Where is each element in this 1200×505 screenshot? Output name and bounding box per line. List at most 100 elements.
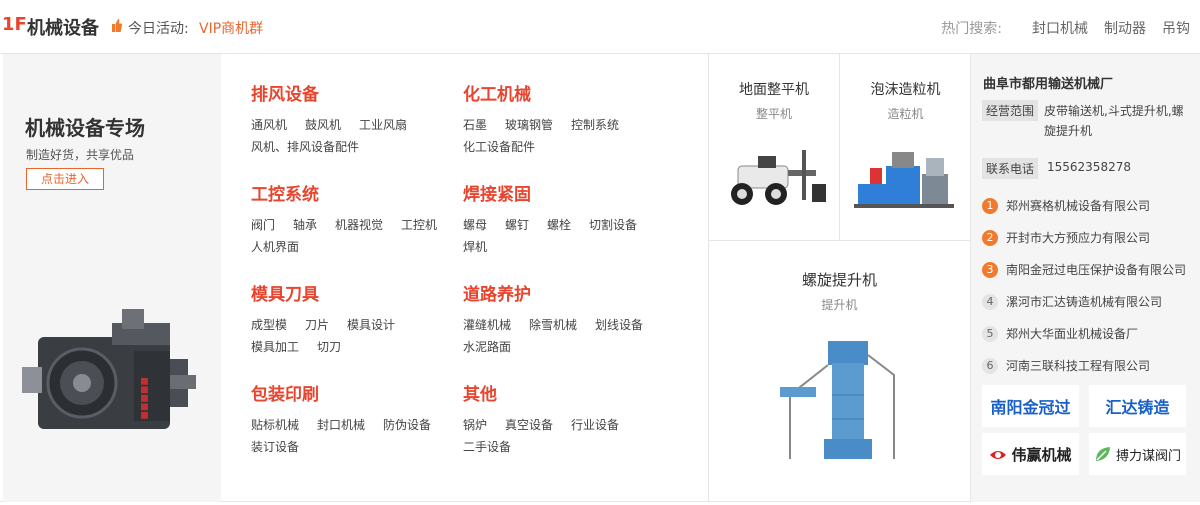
granulator-image [853, 152, 954, 208]
category-link[interactable]: 锅炉 [463, 418, 487, 432]
category-link[interactable]: 刀片 [305, 318, 329, 332]
category-block: 道路养护 灌缝机械 除雪机械 划线设备 水泥路面 [463, 280, 673, 358]
rank-company: 南阳金冠过电压保护设备有限公司 [1006, 263, 1187, 277]
category-title[interactable]: 排风设备 [251, 80, 461, 105]
category-block: 排风设备 通风机 鼓风机 工业风扇 风机、排风设备配件 [251, 80, 461, 158]
scope-label: 经营范围 [982, 100, 1039, 121]
floor-leveler-image [731, 150, 826, 205]
category-link[interactable]: 划线设备 [595, 318, 643, 332]
promo-title: 机械设备专场 [25, 116, 145, 140]
category-link[interactable]: 水泥路面 [463, 340, 511, 354]
category-link[interactable]: 切刀 [317, 340, 341, 354]
product-subname: 整平机 [755, 107, 792, 121]
category-link[interactable]: 轴承 [293, 218, 317, 232]
brand-logo[interactable]: 伟赢机械 [982, 433, 1079, 475]
category-link[interactable]: 灌缝机械 [463, 318, 511, 332]
category-title[interactable]: 道路养护 [463, 280, 673, 305]
category-title[interactable]: 模具刀具 [251, 280, 461, 305]
category-link[interactable]: 阀门 [251, 218, 275, 232]
brand-logo[interactable]: 汇达铸造 [1089, 385, 1186, 427]
brand-logo-text: 搏力谋阀门 [1115, 448, 1181, 464]
category-link[interactable]: 控制系统 [571, 118, 619, 132]
rank-company: 郑州大华面业机械设备厂 [1006, 327, 1139, 341]
brand-logo[interactable]: 南阳金冠过 [982, 385, 1079, 427]
category-link[interactable]: 焊机 [463, 240, 487, 254]
rank-number: 4 [982, 293, 998, 310]
rank-company: 漯河市汇达铸造机械有限公司 [1006, 295, 1163, 309]
floor-title: 机械设备 [27, 18, 99, 39]
promo-subtitle: 制造好货，共享优品 [26, 148, 135, 162]
category-link[interactable]: 除雪机械 [529, 318, 577, 332]
rank-item[interactable]: 5 郑州大华面业机械设备厂 [982, 325, 1197, 342]
category-link[interactable]: 螺母 [463, 218, 487, 232]
rank-company: 开封市大方预应力有限公司 [1006, 231, 1151, 245]
category-link[interactable]: 切割设备 [589, 218, 637, 232]
category-link[interactable]: 玻璃钢管 [505, 118, 553, 132]
rank-number: 6 [982, 357, 998, 374]
floor-header: 1F 机械设备 今日活动: VIP商机群 热门搜索: 封口机械 制动器 吊钩 [0, 0, 1200, 53]
category-link[interactable]: 装订设备 [251, 440, 299, 454]
category-title[interactable]: 其他 [463, 380, 673, 405]
product-card[interactable]: 地面整平机 整平机 [709, 54, 840, 240]
category-link[interactable]: 成型模 [251, 318, 287, 332]
category-block: 焊接紧固 螺母 螺钉 螺栓 切割设备 焊机 [463, 180, 673, 258]
category-link[interactable]: 二手设备 [463, 440, 511, 454]
category-link[interactable]: 机器视觉 [335, 218, 383, 232]
screw-elevator-image [779, 341, 895, 459]
brand-logo[interactable]: 搏力谋阀门 [1089, 433, 1186, 475]
product-card[interactable]: 泡沫造粒机 造粒机 [840, 54, 971, 240]
svg-text:■■■■■: ■■■■■ [139, 377, 149, 420]
weiying-logo-icon [990, 451, 1007, 459]
category-block: 包装印刷 贴标机械 封口机械 防伪设备 装订设备 [251, 380, 461, 458]
floor-body: 机械设备专场 制造好货，共享优品 点击进入 ■■■■■ 排风设备 通风机 鼓风机工… [0, 53, 1200, 502]
category-link[interactable]: 人机界面 [251, 240, 299, 254]
category-link[interactable]: 工控机 [401, 218, 437, 232]
merchant-name[interactable]: 曲阜市都用输送机械厂 [983, 73, 1113, 92]
category-link[interactable]: 真空设备 [505, 418, 553, 432]
phone-number: 15562358278 [1047, 160, 1131, 174]
category-link[interactable]: 通风机 [251, 118, 287, 132]
category-link[interactable]: 螺钉 [505, 218, 529, 232]
category-link[interactable]: 化工设备配件 [463, 140, 535, 154]
rank-item[interactable]: 4 漯河市汇达铸造机械有限公司 [982, 293, 1197, 310]
indexer-machine-image[interactable]: ■■■■■ [20, 299, 210, 439]
category-title[interactable]: 化工机械 [463, 80, 673, 105]
rank-number: 5 [982, 325, 998, 342]
category-link[interactable]: 贴标机械 [251, 418, 299, 432]
floor-number: 1F [2, 14, 27, 35]
thumbs-up-icon [112, 19, 122, 32]
category-link[interactable]: 鼓风机 [305, 118, 341, 132]
category-title[interactable]: 包装印刷 [251, 380, 461, 405]
category-link[interactable]: 行业设备 [571, 418, 619, 432]
category-title[interactable]: 工控系统 [251, 180, 461, 205]
product-name: 螺旋提升机 [801, 271, 877, 289]
rank-item[interactable]: 2 开封市大方预应力有限公司 [982, 229, 1197, 246]
rank-number: 2 [982, 229, 998, 246]
hot-search-item[interactable]: 制动器 [1104, 18, 1146, 38]
category-link[interactable]: 石墨 [463, 118, 487, 132]
enter-button[interactable]: 点击进入 [26, 168, 104, 190]
rank-item[interactable]: 1 郑州赛格机械设备有限公司 [982, 197, 1197, 214]
category-link[interactable]: 工业风扇 [359, 118, 407, 132]
activity-link[interactable]: VIP商机群 [199, 18, 263, 38]
product-card[interactable]: 螺旋提升机 提升机 [709, 240, 970, 502]
category-block: 化工机械 石墨 玻璃钢管 控制系统 化工设备配件 [463, 80, 673, 158]
category-title[interactable]: 焊接紧固 [463, 180, 673, 205]
category-grid: 排风设备 通风机 鼓风机 工业风扇 风机、排风设备配件 化工机械 石墨 玻璃钢管 控制系… [221, 54, 708, 502]
category-link[interactable]: 螺栓 [547, 218, 571, 232]
category-link[interactable]: 封口机械 [317, 418, 365, 432]
hot-search-item[interactable]: 封口机械 [1032, 18, 1088, 38]
rank-item[interactable]: 3 南阳金冠过电压保护设备有限公司 [982, 261, 1197, 278]
hot-search-item[interactable]: 吊钩 [1162, 18, 1190, 38]
product-subname: 提升机 [821, 298, 858, 312]
category-link[interactable]: 防伪设备 [383, 418, 431, 432]
merchant-panel: 曲阜市都用输送机械厂 经营范围 皮带输送机,斗式提升机,螺旋提升机 联系电话 1… [971, 54, 1200, 502]
category-link[interactable]: 风机、排风设备配件 [251, 140, 359, 154]
product-name: 地面整平机 [739, 82, 809, 98]
category-link[interactable]: 模具加工 [251, 340, 299, 354]
product-panel: 地面整平机 整平机 泡沫造粒机 造粒机 螺旋提升机 提升机 [708, 54, 971, 502]
hot-search-label: 热门搜索: [941, 21, 1002, 37]
category-link[interactable]: 模具设计 [347, 318, 395, 332]
rank-item[interactable]: 6 河南三联科技工程有限公司 [982, 357, 1197, 374]
promo-panel: 机械设备专场 制造好货，共享优品 点击进入 ■■■■■ [3, 54, 221, 502]
